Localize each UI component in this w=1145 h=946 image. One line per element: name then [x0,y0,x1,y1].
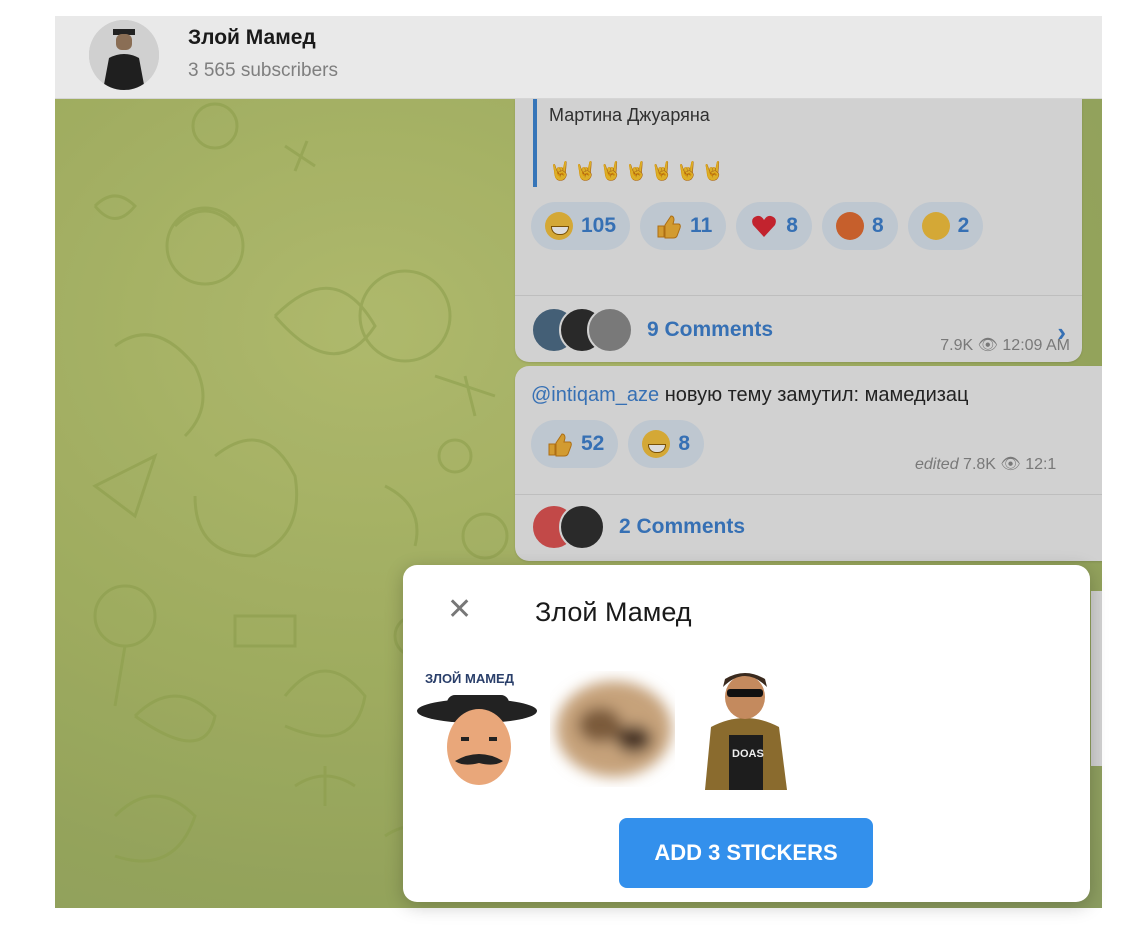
sunglasses-man-sticker[interactable]: DOAS [683,665,808,790]
add-stickers-button[interactable]: ADD 3 STICKERS [619,818,873,888]
blurred-sticker[interactable] [550,665,675,790]
sticker-art [556,681,672,777]
chat-header[interactable]: Злой Мамед 3 565 subscribers [55,16,1102,99]
dialog-title: Злой Мамед [535,597,692,627]
sticker-art: ЗЛОЙ МАМЕД [417,671,537,785]
sticker-pack-dialog: ✕ Злой Мамед ЗЛОЙ МАМЕД DOAS ADD 3 STICK… [403,565,1090,902]
mustache-man-sticker[interactable]: ЗЛОЙ МАМЕД [417,665,542,790]
close-icon[interactable]: ✕ [447,595,472,625]
sticker-list: ЗЛОЙ МАМЕД DOAS [417,665,808,790]
subscriber-count: 3 565 subscribers [188,60,338,81]
sticker-caption: ЗЛОЙ МАМЕД [425,671,515,686]
sticker-art: DOAS [705,673,787,790]
channel-title: Злой Мамед [188,26,316,49]
shirt-print: DOAS [732,748,764,760]
channel-avatar[interactable] [89,20,159,90]
profile-photo-icon [89,20,159,90]
